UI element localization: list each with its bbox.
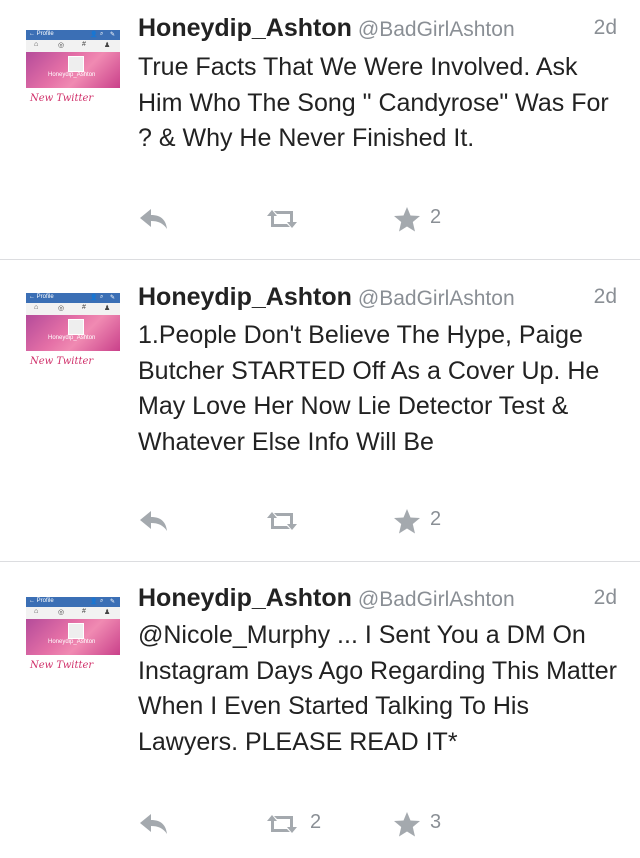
avatar-caption: New Twitter <box>30 660 94 671</box>
reply-icon[interactable] <box>138 206 170 232</box>
star-icon[interactable] <box>393 206 421 233</box>
favorite-count: 2 <box>430 508 442 530</box>
tweet-text: 1.People Don't Believe The Hype, Paige B… <box>138 321 600 456</box>
star-icon[interactable] <box>393 508 421 535</box>
avatar-caption: New Twitter <box>30 93 94 104</box>
user-handle[interactable]: @BadGirlAshton <box>358 588 515 611</box>
star-icon[interactable] <box>393 811 421 838</box>
timestamp: 2d <box>593 16 617 39</box>
tweet-header: Honeydip_Ashton @BadGirlAshton 2d <box>138 584 628 616</box>
avatar[interactable]: ← Profile 👤 ⌕ ✎ ⌂ ◎ # ♟ Honeydip_Ashton New Tw… <box>26 597 120 677</box>
tweet[interactable]: ← Profile 👤 ⌕ ✎ ⌂ ◎ # ♟ Honeydip_Ashton New Tw… <box>0 260 640 561</box>
avatar-caption: New Twitter <box>30 356 94 367</box>
tweet-header: Honeydip_Ashton @BadGirlAshton 2d <box>138 14 628 46</box>
avatar[interactable]: ← Profile 👤 ⌕ ✎ ⌂ ◎ # ♟ Honeydip_Ashton New Tw… <box>26 293 120 373</box>
avatar-image: ← Profile 👤 ⌕ ✎ ⌂ ◎ # ♟ Honeydip_Ashton <box>26 293 120 351</box>
timestamp: 2d <box>593 285 617 308</box>
retweet-count: 2 <box>310 811 322 833</box>
favorite-count: 2 <box>430 206 442 228</box>
avatar-image: ← Profile 👤 ⌕ ✎ ⌂ ◎ # ♟ Honeydip_Ashton <box>26 30 120 88</box>
display-name[interactable]: Honeydip_Ashton <box>138 14 352 42</box>
favorite-count: 3 <box>430 811 442 833</box>
tweet[interactable]: ← Profile 👤 ⌕ ✎ ⌂ ◎ # ♟ Honeydip_Ashton New Tw… <box>0 562 640 858</box>
display-name[interactable]: Honeydip_Ashton <box>138 584 352 612</box>
retweet-icon[interactable] <box>262 811 302 837</box>
timestamp: 2d <box>593 586 617 609</box>
tweet-header: Honeydip_Ashton @BadGirlAshton 2d <box>138 283 628 315</box>
tweet-actions: 2 3 <box>138 811 628 841</box>
user-handle[interactable]: @BadGirlAshton <box>358 18 515 41</box>
tweet-text: @Nicole_Murphy ... I Sent You a DM On In… <box>138 621 617 756</box>
display-name[interactable]: Honeydip_Ashton <box>138 283 352 311</box>
tweet-actions: 2 <box>138 206 628 236</box>
tweet-text: True Facts That We Were Involved. Ask Hi… <box>138 53 609 152</box>
retweet-icon[interactable] <box>262 508 302 534</box>
reply-icon[interactable] <box>138 811 170 837</box>
reply-icon[interactable] <box>138 508 170 534</box>
retweet-icon[interactable] <box>262 206 302 232</box>
avatar-image: ← Profile 👤 ⌕ ✎ ⌂ ◎ # ♟ Honeydip_Ashton <box>26 597 120 655</box>
user-handle[interactable]: @BadGirlAshton <box>358 287 515 310</box>
tweet-actions: 2 <box>138 508 628 538</box>
avatar[interactable]: ← Profile 👤 ⌕ ✎ ⌂ ◎ # ♟ Honeydip_Ashton New Tw… <box>26 30 120 110</box>
tweet[interactable]: ← Profile 👤 ⌕ ✎ ⌂ ◎ # ♟ Honeydip_Ashton New Tw… <box>0 0 640 259</box>
